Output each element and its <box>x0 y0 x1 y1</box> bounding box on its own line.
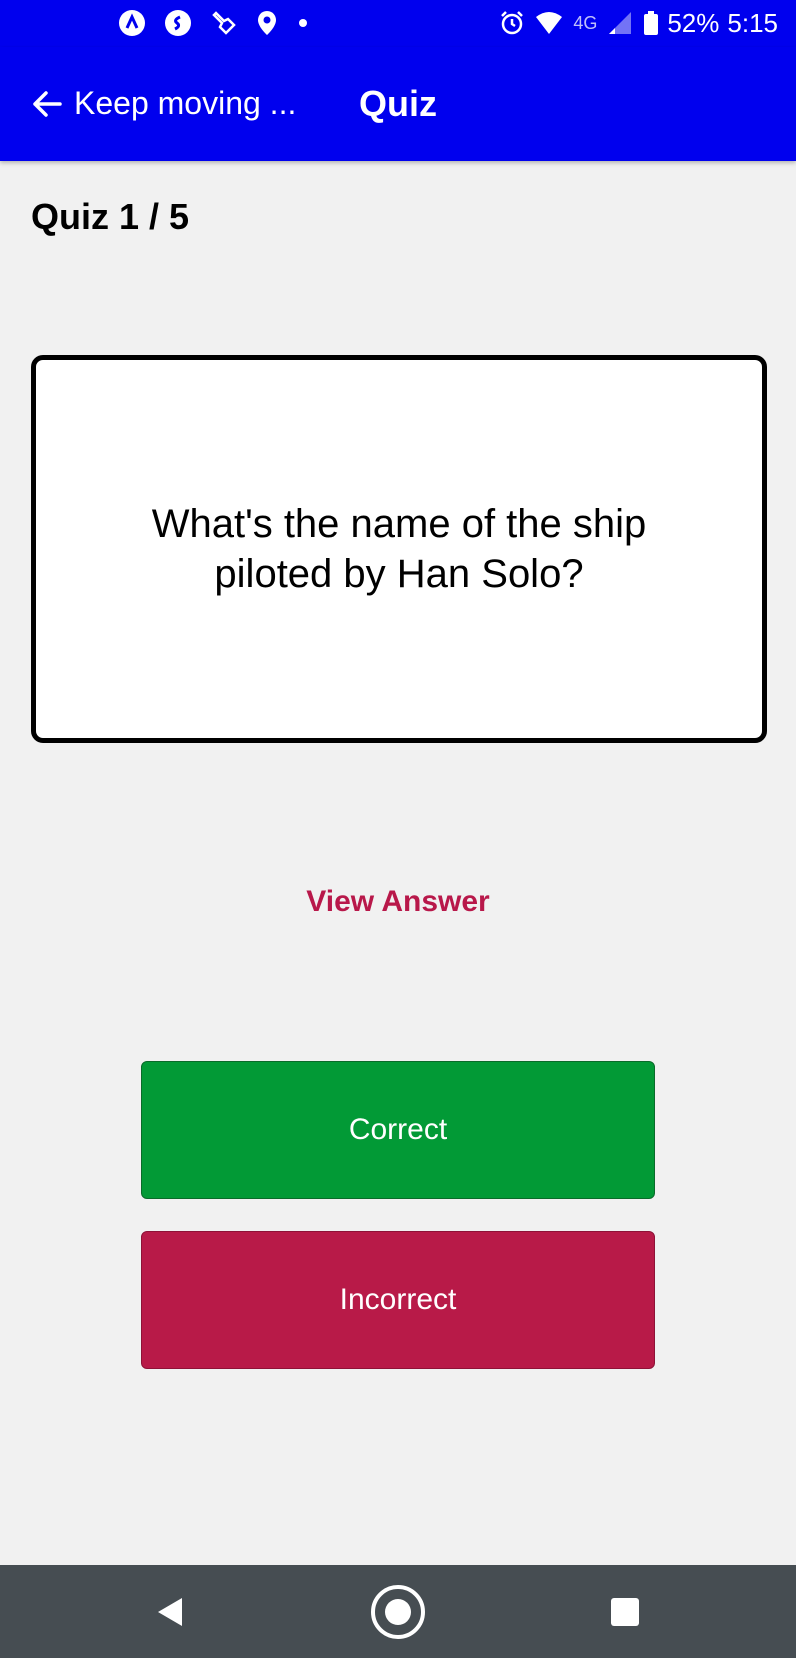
correct-button[interactable]: Correct <box>141 1061 655 1199</box>
status-time: 5:15 <box>727 7 778 38</box>
back-triangle-icon <box>158 1597 182 1626</box>
incorrect-button[interactable]: Incorrect <box>141 1231 655 1369</box>
shazam-icon <box>164 9 192 37</box>
system-nav-bar <box>0 1565 796 1658</box>
tool-icon <box>210 9 238 37</box>
nav-recents-button[interactable] <box>585 1565 665 1658</box>
location-pin-icon <box>256 9 278 37</box>
network-type: 4G <box>573 12 598 33</box>
status-right-icons: 4G 52% 5:15 <box>489 6 778 40</box>
home-circle-icon <box>371 1584 425 1639</box>
nav-home-button[interactable] <box>358 1565 438 1658</box>
signal-icon <box>607 10 633 36</box>
view-answer-button[interactable]: View Answer <box>0 885 796 919</box>
status-bar: 4G 52% 5:15 <box>0 0 796 47</box>
quiz-progress: Quiz 1 / 5 <box>31 196 190 237</box>
battery-percent: 52% <box>667 7 720 38</box>
recents-square-icon <box>611 1597 639 1626</box>
status-left-icons <box>118 8 328 38</box>
page-title: Quiz <box>359 83 437 124</box>
wifi-icon <box>535 10 563 36</box>
navigation-app-icon <box>118 9 146 37</box>
nav-back-button[interactable] <box>130 1565 210 1658</box>
back-button[interactable]: Keep moving ... <box>30 85 296 122</box>
notification-dot-icon <box>296 9 310 37</box>
arrow-back-icon <box>30 87 64 121</box>
alarm-icon <box>499 10 525 36</box>
question-text: What's the name of the ship piloted by H… <box>151 502 647 596</box>
app-bar: Keep moving ... Quiz <box>0 47 796 161</box>
question-card: What's the name of the ship piloted by H… <box>31 355 767 743</box>
back-label: Keep moving ... <box>74 85 297 121</box>
battery-icon <box>643 10 659 36</box>
